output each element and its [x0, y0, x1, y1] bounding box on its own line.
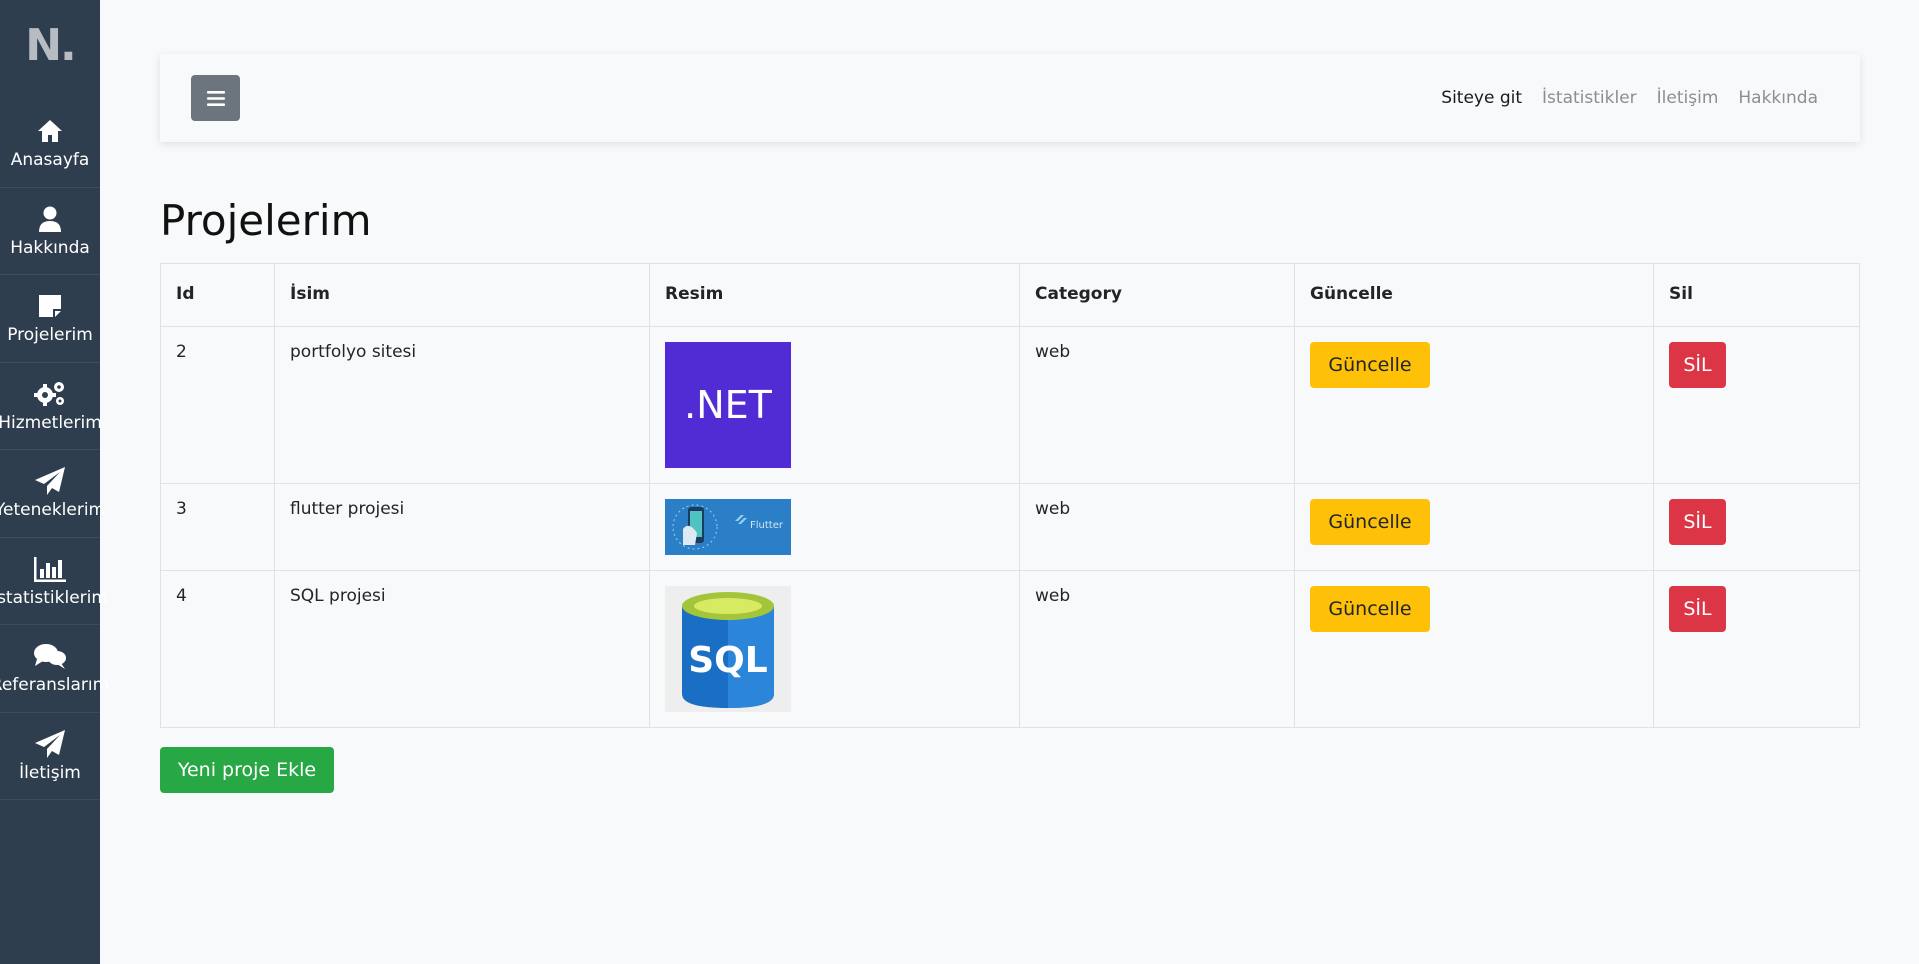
column-header-update: Güncelle: [1294, 263, 1654, 327]
comments-icon: [33, 641, 67, 671]
flutter-banner-image: Flutter: [665, 499, 791, 555]
column-header-name: İsim: [274, 263, 650, 327]
column-header-category: Category: [1019, 263, 1295, 327]
projects-table: Id İsim Resim Category Güncelle Sil 2 po…: [160, 263, 1860, 728]
sidebar: N. Anasayfa Hakkında Projelerim Hizmetle…: [0, 0, 109, 964]
sidebar-item-hizmetlerim[interactable]: Hizmetlerim: [0, 363, 102, 450]
home-icon: [36, 116, 64, 146]
sidebar-item-yeteneklerim[interactable]: Yeteneklerim: [0, 450, 105, 538]
logo[interactable]: N.: [0, 0, 100, 100]
sidebar-toggle-button[interactable]: [191, 75, 240, 121]
cell-delete: SİL: [1653, 326, 1860, 484]
table-row: 4 SQL projesi SQL web Güncelle SİL: [160, 570, 1860, 728]
sidebar-item-istatistiklerim[interactable]: İstatistiklerim: [0, 538, 108, 625]
cell-update: Güncelle: [1294, 326, 1654, 484]
cell-category: web: [1019, 326, 1295, 484]
sidebar-item-label: İletişim: [19, 762, 81, 783]
cell-id: 2: [160, 326, 275, 484]
sidebar-item-label: İstatistiklerim: [0, 587, 108, 608]
bar-chart-icon: [33, 554, 67, 584]
update-button[interactable]: Güncelle: [1310, 586, 1430, 632]
update-button[interactable]: Güncelle: [1310, 342, 1430, 388]
dotnet-logo-text: .NET: [684, 383, 773, 427]
sidebar-item-label: Referanslarım: [0, 675, 110, 696]
cell-name: SQL projesi: [274, 570, 650, 728]
sticky-note-icon: [37, 291, 63, 321]
cell-delete: SİL: [1653, 483, 1860, 571]
nav-link-hakkinda[interactable]: Hakkında: [1738, 88, 1818, 108]
sql-logo-text: SQL: [688, 640, 767, 681]
sidebar-item-label: Anasayfa: [10, 150, 90, 171]
gears-icon: [33, 379, 67, 409]
column-header-id: Id: [160, 263, 275, 327]
cell-update: Güncelle: [1294, 483, 1654, 571]
table-row: 3 flutter projesi Flutter web Güncelle S…: [160, 483, 1860, 571]
column-header-image: Resim: [649, 263, 1020, 327]
cell-category: web: [1019, 570, 1295, 728]
sidebar-item-hakkinda[interactable]: Hakkında: [0, 188, 100, 275]
cell-image: .NET: [649, 326, 1020, 484]
sidebar-item-projelerim[interactable]: Projelerim: [0, 275, 100, 363]
cell-category: web: [1019, 483, 1295, 571]
sidebar-item-referanslarim[interactable]: Referanslarım: [0, 625, 109, 713]
sidebar-item-anasayfa[interactable]: Anasayfa: [0, 100, 100, 188]
cell-name: portfolyo sitesi: [274, 326, 650, 484]
sidebar-item-label: Hizmetlerim: [0, 412, 102, 433]
table-row: 2 portfolyo sitesi .NET web Güncelle SİL: [160, 326, 1860, 484]
sidebar-item-label: Projelerim: [7, 325, 93, 346]
top-navbar: Siteye git İstatistikler İletişim Hakkın…: [160, 54, 1860, 142]
user-icon: [38, 204, 62, 234]
add-project-button[interactable]: Yeni proje Ekle: [160, 747, 334, 793]
cell-delete: SİL: [1653, 570, 1860, 728]
column-header-delete: Sil: [1653, 263, 1860, 327]
delete-button[interactable]: SİL: [1669, 586, 1726, 632]
sidebar-item-label: Yeteneklerim: [0, 500, 106, 521]
nav-link-iletisim[interactable]: İletişim: [1657, 88, 1719, 108]
page-title: Projelerim: [160, 196, 372, 245]
cell-update: Güncelle: [1294, 570, 1654, 728]
cell-image: SQL: [649, 570, 1020, 728]
cell-name: flutter projesi: [274, 483, 650, 571]
top-nav-links: Siteye git İstatistikler İletişim Hakkın…: [1441, 54, 1818, 142]
logo-text: N.: [25, 19, 77, 71]
sidebar-item-iletisim[interactable]: İletişim: [0, 713, 100, 800]
cell-image: Flutter: [649, 483, 1020, 571]
table-header-row: Id İsim Resim Category Güncelle Sil: [160, 263, 1860, 327]
paper-plane-icon: [34, 729, 66, 759]
cell-id: 4: [160, 570, 275, 728]
delete-button[interactable]: SİL: [1669, 342, 1726, 388]
hamburger-icon: [206, 90, 225, 106]
delete-button[interactable]: SİL: [1669, 499, 1726, 545]
paper-plane-icon: [34, 466, 66, 496]
dotnet-logo-image: .NET: [665, 342, 791, 468]
sidebar-item-label: Hakkında: [10, 237, 90, 258]
cell-id: 3: [160, 483, 275, 571]
flutter-banner-text: Flutter: [750, 520, 784, 531]
update-button[interactable]: Güncelle: [1310, 499, 1430, 545]
nav-link-siteye-git[interactable]: Siteye git: [1441, 88, 1522, 108]
nav-link-istatistikler[interactable]: İstatistikler: [1542, 88, 1637, 108]
sql-logo-image: SQL: [665, 586, 791, 712]
